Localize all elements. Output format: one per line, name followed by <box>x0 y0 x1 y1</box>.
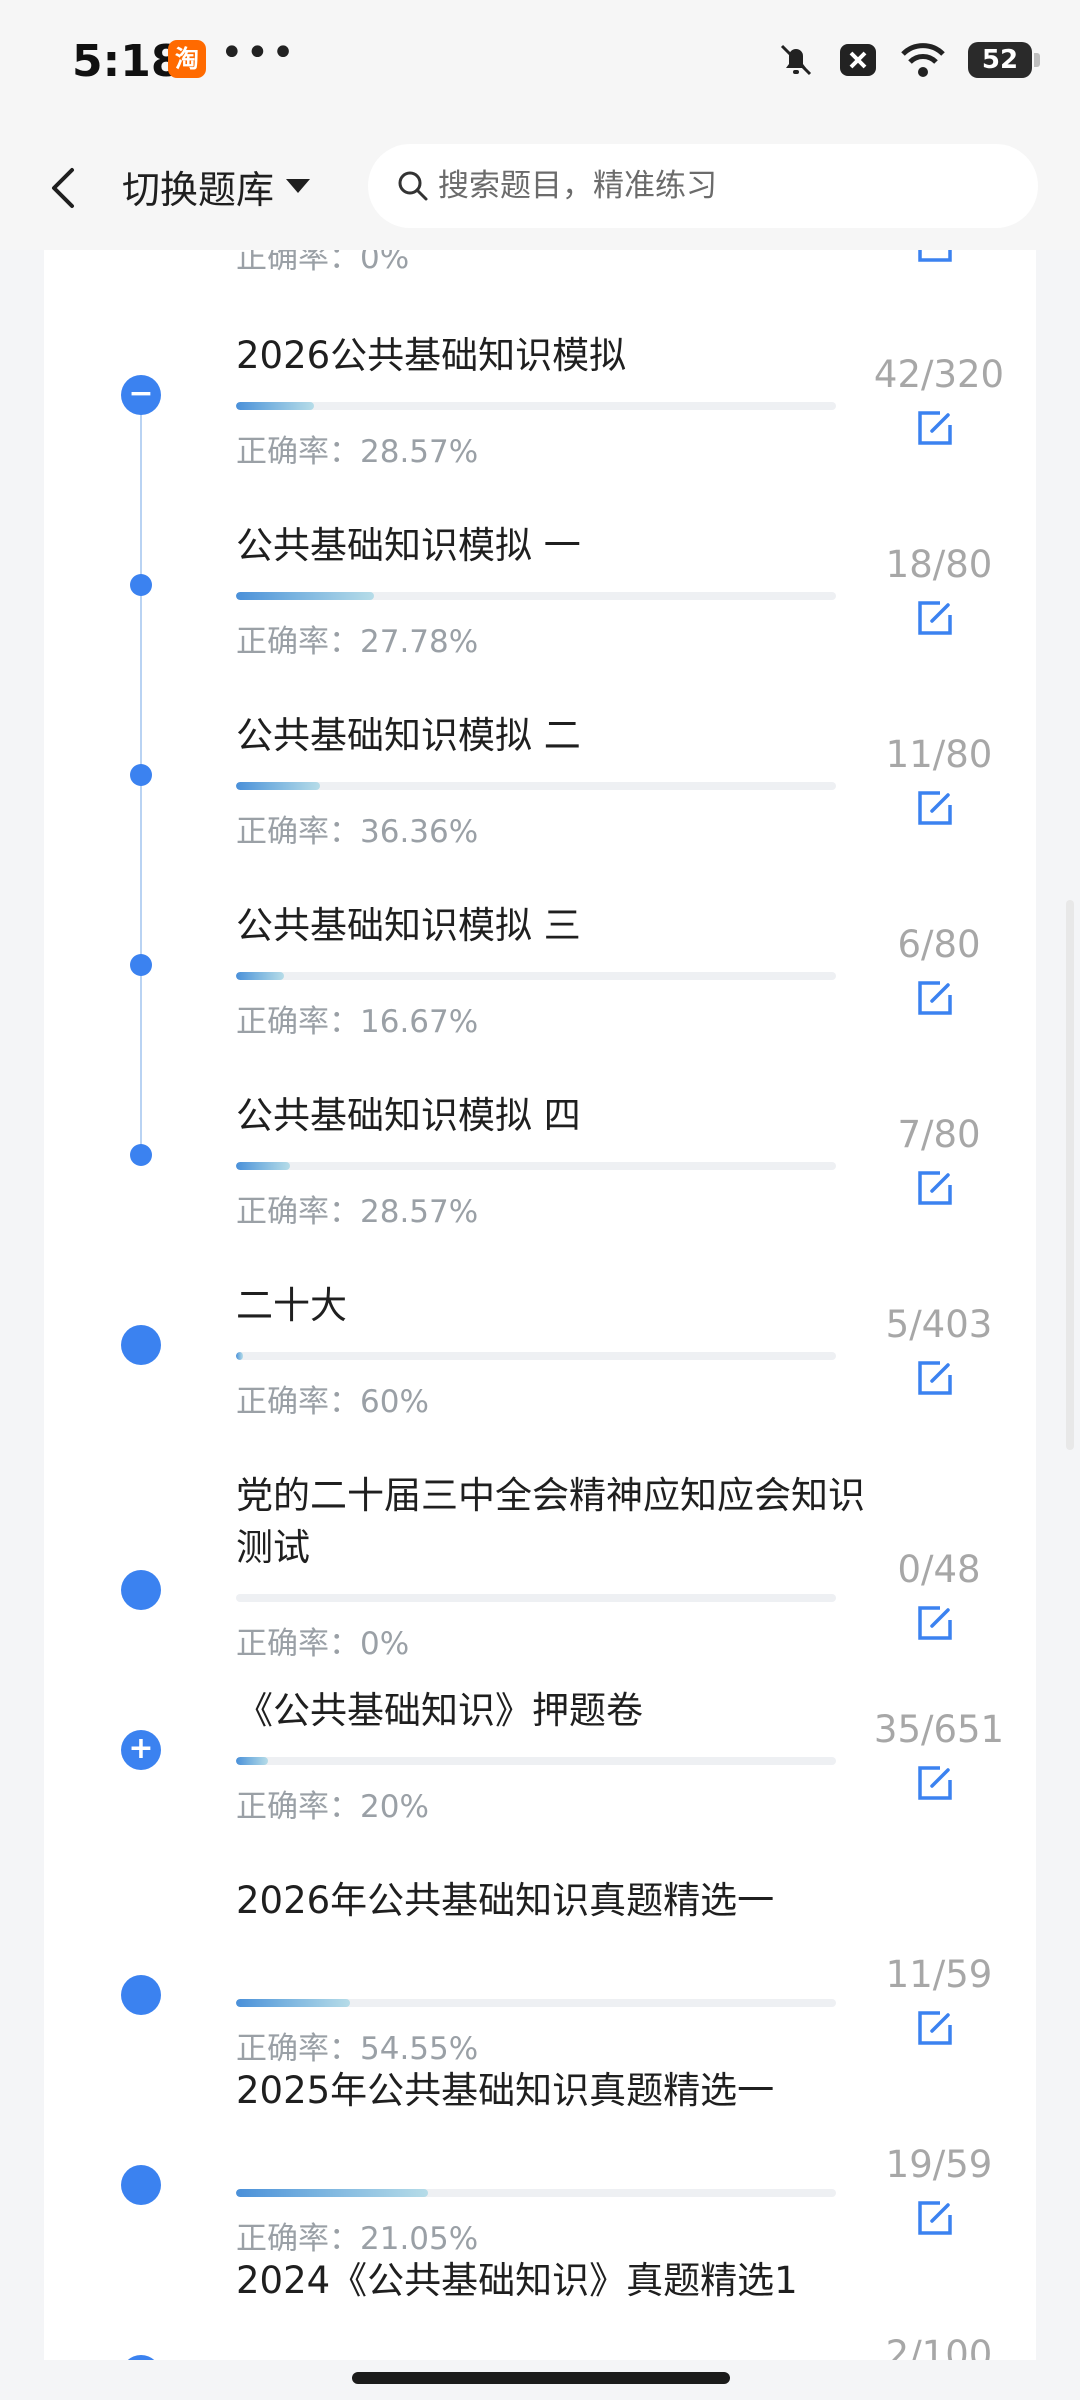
progress-fill <box>236 402 314 410</box>
progress-fill <box>236 1162 290 1170</box>
search-input[interactable] <box>438 168 998 204</box>
accuracy-rate: 正确率：28.57% <box>236 434 479 470</box>
edit-icon[interactable] <box>914 250 956 266</box>
edit-icon[interactable] <box>914 407 956 449</box>
progress-count: 18/80 <box>885 543 993 586</box>
edit-icon[interactable] <box>914 787 956 829</box>
partial-item-rate: 正确率：0% <box>236 250 410 276</box>
accuracy-rate: 正确率：54.55% <box>236 2031 479 2067</box>
accuracy-rate: 正确率：0% <box>236 1626 410 1662</box>
progress-bar <box>236 592 836 600</box>
timeline-dot <box>130 764 152 786</box>
switch-bank-label: 切换题库 <box>122 167 275 212</box>
accuracy-rate: 正确率：20% <box>236 1789 429 1825</box>
progress-fill <box>236 2189 428 2197</box>
search-bar[interactable] <box>368 144 1038 228</box>
item-title: 公共基础知识模拟 二 <box>236 714 581 757</box>
home-indicator[interactable] <box>352 2372 730 2384</box>
edit-icon[interactable] <box>914 1167 956 1209</box>
progress-bar <box>236 1757 836 1765</box>
progress-bar <box>236 1594 836 1602</box>
item-title: 2025年公共基础知识真题精选一 <box>236 2069 775 2112</box>
progress-count: 11/59 <box>885 1953 993 1996</box>
item-title: 党的二十届三中全会精神应知应会知识测试 <box>236 1474 865 1569</box>
progress-count: 19/59 <box>885 2143 993 2186</box>
item-title: 公共基础知识模拟 四 <box>236 1094 581 1137</box>
progress-bar <box>236 972 836 980</box>
edit-icon[interactable] <box>914 1357 956 1399</box>
progress-fill <box>236 1757 269 1765</box>
progress-fill <box>236 782 320 790</box>
progress-count: 11/80 <box>885 733 993 776</box>
taobao-app-icon: 淘 <box>168 40 206 78</box>
progress-count: 0/48 <box>897 1548 981 1591</box>
progress-fill <box>236 1999 350 2007</box>
progress-fill <box>236 1352 244 1360</box>
progress-bar <box>236 1999 836 2007</box>
timeline-dot <box>121 2355 161 2360</box>
progress-count: 2/100 <box>885 2333 993 2360</box>
battery-indicator: 52 <box>968 42 1040 78</box>
progress-count: 6/80 <box>897 923 981 966</box>
question-bank-list: 正确率：0% − 2026公共基础知识模拟正确率：28.57% 42/320 公共基础… <box>44 250 1036 2360</box>
status-icons: 52 <box>776 38 1040 82</box>
progress-bar <box>236 402 836 410</box>
item-title: 公共基础知识模拟 一 <box>236 524 581 567</box>
caret-down-icon <box>286 179 311 193</box>
item-title: 二十大 <box>236 1284 347 1327</box>
timeline-dot <box>121 2165 161 2205</box>
edit-icon[interactable] <box>914 597 956 639</box>
accuracy-rate: 正确率：16.67% <box>236 1004 479 1040</box>
progress-bar <box>236 2189 836 2197</box>
accuracy-rate: 正确率：21.05% <box>236 2221 479 2257</box>
scrollbar[interactable] <box>1066 900 1074 1450</box>
accuracy-rate: 正确率：28.57% <box>236 1194 479 1230</box>
search-icon <box>398 171 428 201</box>
accuracy-rate: 正确率：27.78% <box>236 624 479 660</box>
progress-count: 5/403 <box>885 1303 993 1346</box>
edit-icon[interactable] <box>914 977 956 1019</box>
bell-muted-icon <box>780 44 812 76</box>
more-notifications-icon: ••• <box>220 30 297 76</box>
switch-question-bank-button[interactable]: 切换题库 <box>122 158 311 214</box>
accuracy-rate: 正确率：36.36% <box>236 814 479 850</box>
timeline-dot <box>130 1144 152 1166</box>
item-title: 《公共基础知识》押题卷 <box>236 1689 643 1732</box>
status-bar: 5:18 淘 ••• 52 <box>0 0 1080 124</box>
item-title: 2026公共基础知识模拟 <box>236 334 627 377</box>
edit-icon[interactable] <box>914 2197 956 2239</box>
edit-icon[interactable] <box>914 1762 956 1804</box>
close-box-icon <box>840 44 876 76</box>
progress-count: 35/651 <box>873 1708 1005 1751</box>
status-time: 5:18 <box>72 36 182 87</box>
wifi-icon <box>901 43 945 77</box>
timeline-dot <box>121 1975 161 2015</box>
top-bar: 切换题库 <box>0 124 1080 250</box>
progress-fill <box>236 972 284 980</box>
back-arrow-icon[interactable] <box>40 160 90 216</box>
progress-bar <box>236 1162 836 1170</box>
edit-icon[interactable] <box>914 1602 956 1644</box>
expand-icon[interactable]: + <box>121 1730 161 1770</box>
accuracy-rate: 正确率：60% <box>236 1384 429 1420</box>
timeline-dot <box>130 954 152 976</box>
collapse-icon[interactable]: − <box>121 375 161 415</box>
progress-fill <box>236 592 374 600</box>
progress-bar <box>236 1352 836 1360</box>
progress-count: 7/80 <box>897 1113 981 1156</box>
node-symbol: − <box>128 376 154 411</box>
edit-icon[interactable] <box>914 2007 956 2049</box>
node-symbol: + <box>128 1731 154 1766</box>
timeline-dot <box>121 1325 161 1365</box>
progress-bar <box>236 782 836 790</box>
item-title: 公共基础知识模拟 三 <box>236 904 581 947</box>
timeline-dot <box>121 1570 161 1610</box>
item-title: 2026年公共基础知识真题精选一 <box>236 1879 775 1922</box>
timeline-dot <box>130 574 152 596</box>
item-title: 2024《公共基础知识》真题精选1 <box>236 2259 798 2302</box>
progress-count: 42/320 <box>873 353 1005 396</box>
